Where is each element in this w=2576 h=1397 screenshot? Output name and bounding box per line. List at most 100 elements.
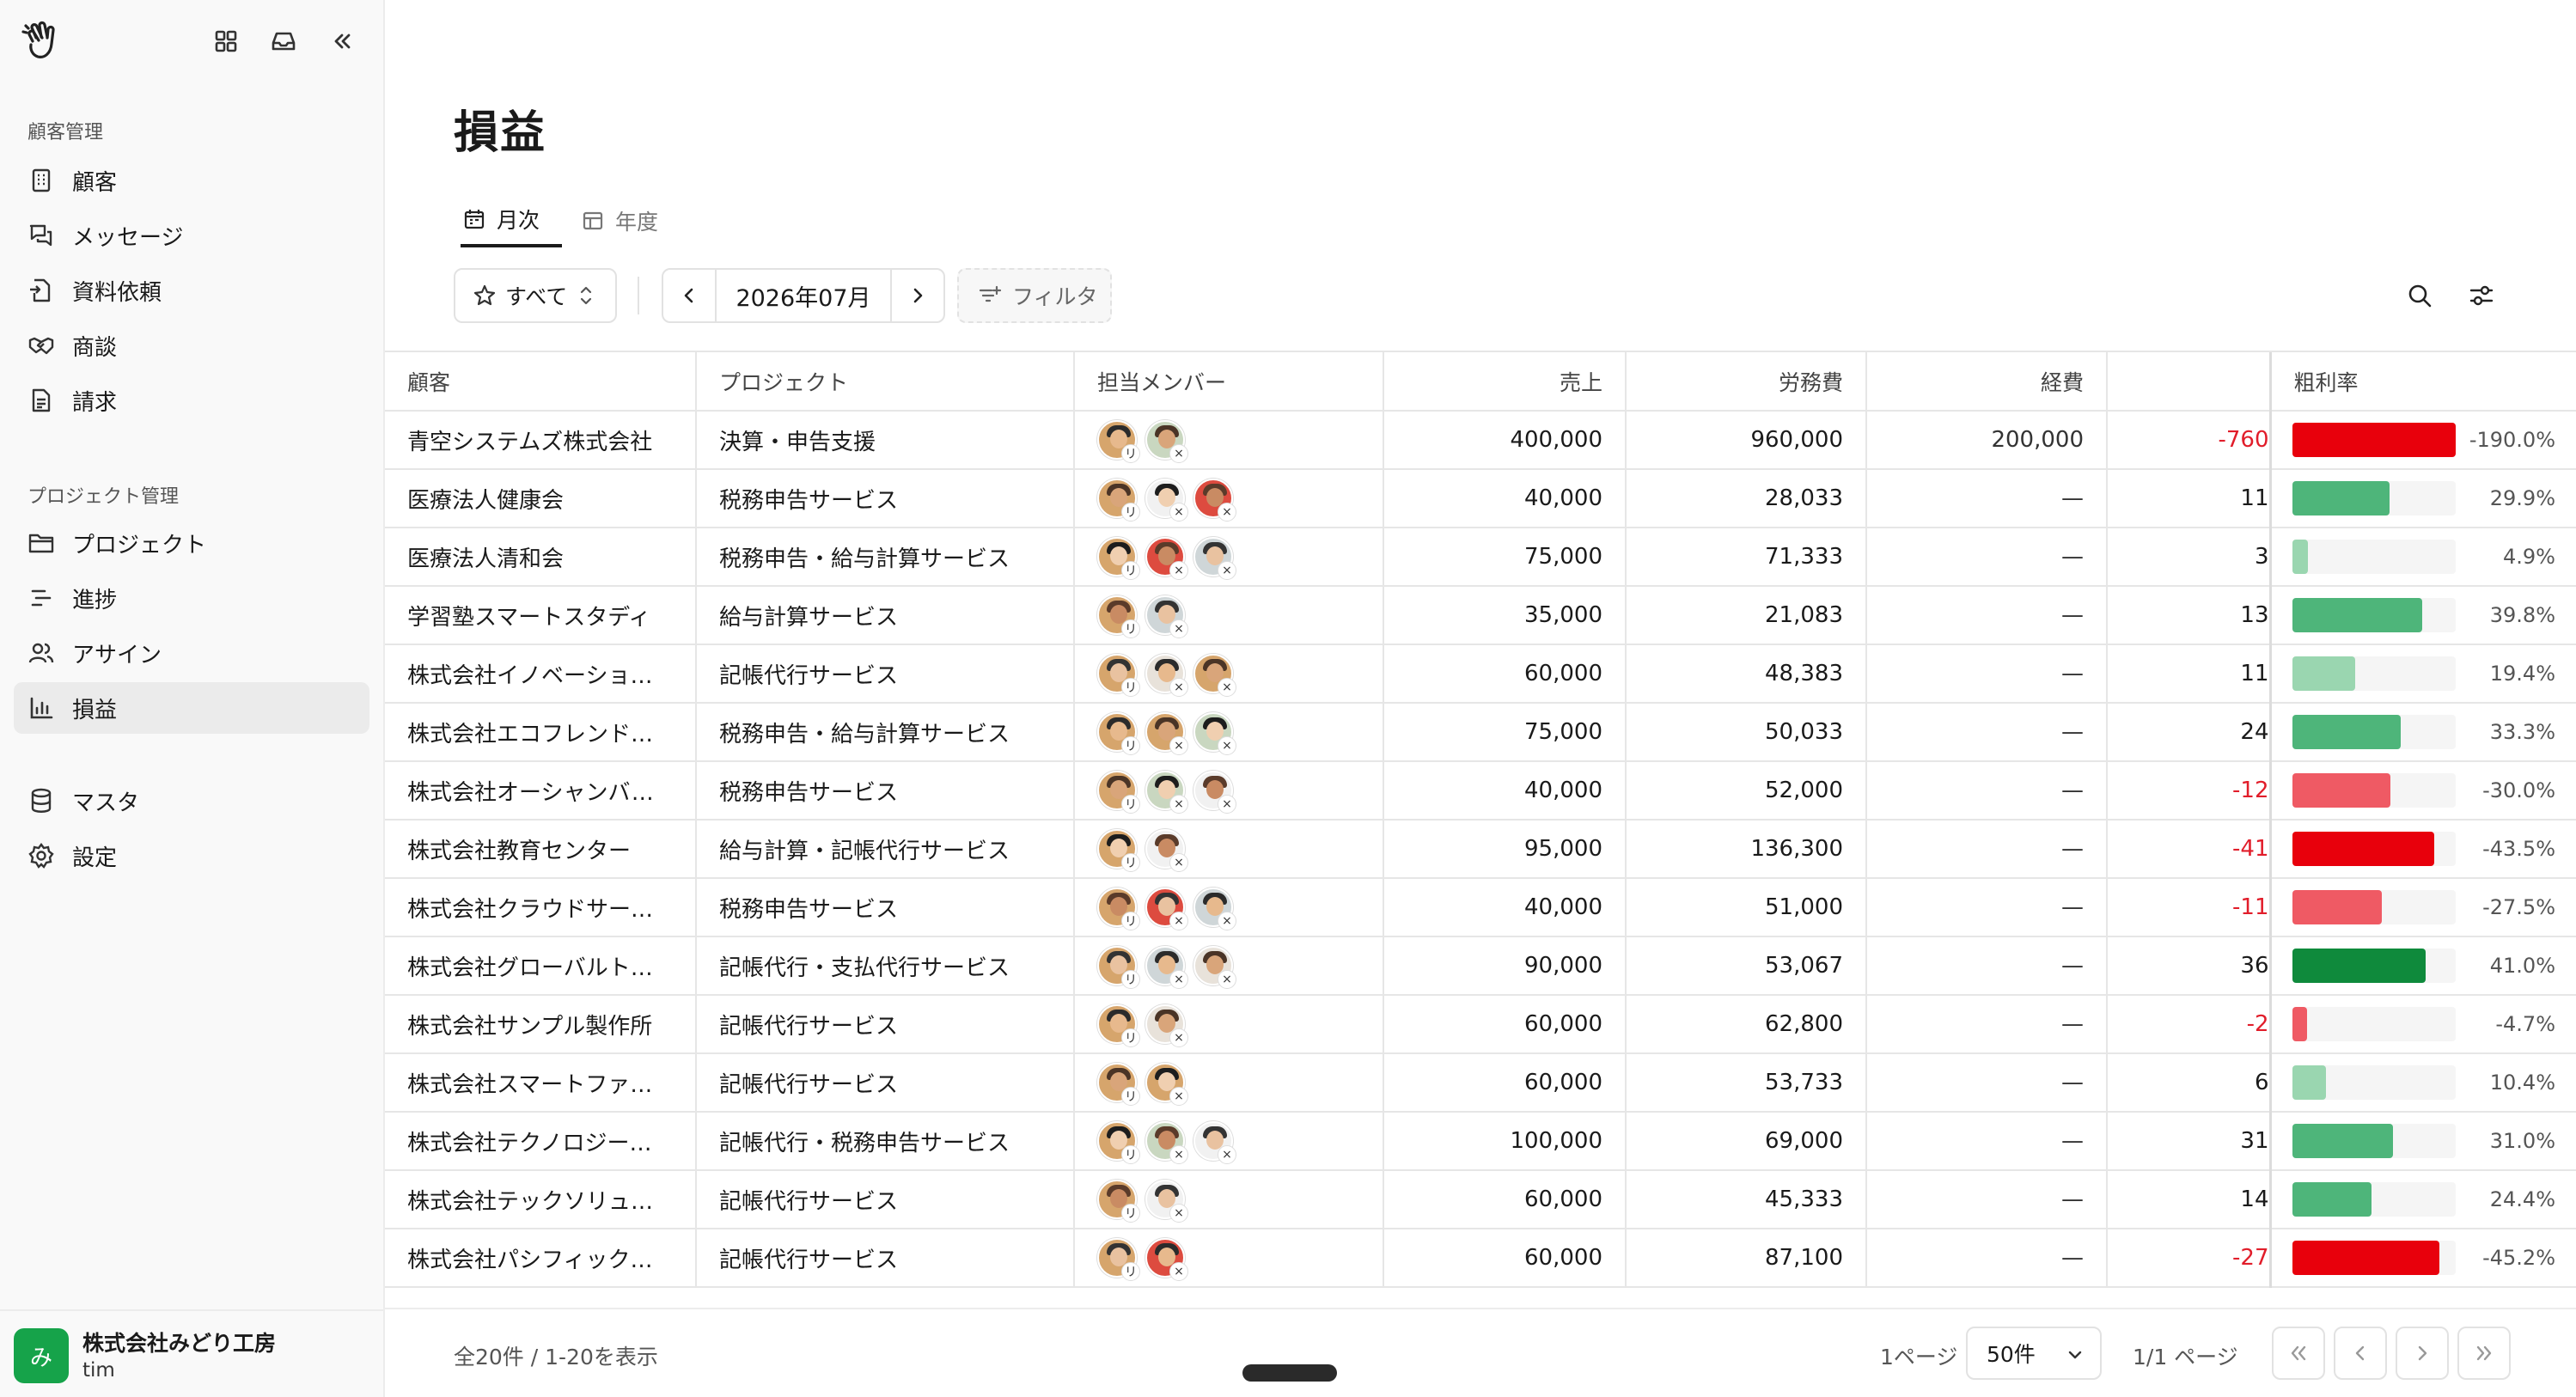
table-row[interactable]: 株式会社教育センター 給与計算・記帳代行サービスリ × 95,000 136,300— -… bbox=[385, 820, 2576, 879]
member-avatar[interactable]: × bbox=[1145, 654, 1188, 697]
page-size-select[interactable]: 50件 bbox=[1966, 1327, 2102, 1380]
app-logo-icon[interactable] bbox=[21, 19, 65, 64]
scope-select[interactable]: すべて bbox=[454, 268, 617, 323]
cell-project[interactable]: 税務申告サービス bbox=[696, 761, 1075, 821]
member-avatar[interactable]: × bbox=[1145, 1004, 1188, 1047]
member-avatar[interactable]: リ bbox=[1097, 771, 1140, 814]
member-avatar[interactable]: × bbox=[1193, 1121, 1236, 1164]
column-header-customer[interactable]: 顧客 bbox=[385, 352, 697, 412]
cell-customer[interactable]: 株式会社スマートファー… bbox=[385, 1053, 697, 1113]
member-avatar[interactable]: リ bbox=[1097, 946, 1140, 989]
tab-monthly[interactable]: 月次 bbox=[461, 194, 562, 247]
table-row[interactable]: 青空システムズ株式会社 決算・申告支援リ × 400,000 960,000 200,00… bbox=[385, 411, 2576, 470]
cell-customer[interactable]: 株式会社教育センター bbox=[385, 820, 697, 879]
sidebar-item-master[interactable]: マスタ bbox=[14, 775, 369, 827]
cell-customer[interactable]: 株式会社パシフィック建… bbox=[385, 1229, 697, 1288]
cell-customer[interactable]: 株式会社イノベーション… bbox=[385, 644, 697, 704]
cell-project[interactable]: 記帳代行サービス bbox=[696, 1229, 1075, 1288]
cell-customer[interactable]: 株式会社テクノロジーコ… bbox=[385, 1112, 697, 1171]
first-page-button[interactable] bbox=[2272, 1327, 2325, 1380]
sidebar-item-customers[interactable]: 顧客 bbox=[14, 155, 369, 206]
member-avatar[interactable]: リ bbox=[1097, 479, 1140, 522]
grid-icon[interactable] bbox=[209, 24, 243, 58]
cell-project[interactable]: 記帳代行・税務申告サービス bbox=[696, 1112, 1075, 1171]
member-avatar[interactable]: × bbox=[1145, 420, 1188, 463]
member-avatar[interactable]: × bbox=[1145, 829, 1188, 872]
collapse-sidebar-icon[interactable] bbox=[325, 24, 359, 58]
previous-month-button[interactable] bbox=[663, 270, 717, 321]
member-avatar[interactable]: × bbox=[1145, 771, 1188, 814]
member-avatar[interactable]: リ bbox=[1097, 829, 1140, 872]
table-row[interactable]: 株式会社パシフィック建… 記帳代行サービスリ × 60,000 87,100— -27 -4… bbox=[385, 1229, 2576, 1288]
next-page-button[interactable] bbox=[2396, 1327, 2449, 1380]
search-icon[interactable] bbox=[2401, 277, 2439, 314]
table-row[interactable]: 学習塾スマートスタディ 給与計算サービスリ × 35,000 21,083—13 39.8… bbox=[385, 586, 2576, 645]
last-page-button[interactable] bbox=[2457, 1327, 2511, 1380]
cell-project[interactable]: 記帳代行サービス bbox=[696, 1170, 1075, 1229]
column-header-expenses[interactable]: 経費 bbox=[1866, 352, 2108, 412]
sidebar-item-document-requests[interactable]: 資料依頼 bbox=[14, 265, 369, 316]
member-avatar[interactable]: リ bbox=[1097, 595, 1140, 638]
organization-switcher[interactable]: み 株式会社みどり工房 tim bbox=[0, 1309, 383, 1397]
column-header-members[interactable]: 担当メンバー bbox=[1074, 352, 1384, 412]
cell-customer[interactable]: 青空システムズ株式会社 bbox=[385, 411, 697, 470]
sidebar-item-profit-loss[interactable]: 損益 bbox=[14, 682, 369, 734]
cell-project[interactable]: 記帳代行サービス bbox=[696, 644, 1075, 704]
column-header-margin[interactable]: 粗利率 bbox=[2268, 352, 2576, 412]
cell-customer[interactable]: 株式会社グローバルトレ… bbox=[385, 936, 697, 996]
cell-project[interactable]: 税務申告サービス bbox=[696, 878, 1075, 937]
cell-customer[interactable]: 学習塾スマートスタディ bbox=[385, 586, 697, 645]
table-row[interactable]: 株式会社オーシャンバン… 税務申告サービスリ × × 40,000 52,000— -12 -… bbox=[385, 761, 2576, 821]
sidebar-item-settings[interactable]: 設定 bbox=[14, 830, 369, 882]
member-avatar[interactable]: リ bbox=[1097, 1121, 1140, 1164]
member-avatar[interactable]: × bbox=[1145, 888, 1188, 930]
cell-project[interactable]: 決算・申告支援 bbox=[696, 411, 1075, 470]
cell-customer[interactable]: 株式会社テックソリュー… bbox=[385, 1170, 697, 1229]
member-avatar[interactable]: × bbox=[1145, 712, 1188, 755]
member-avatar[interactable]: × bbox=[1145, 946, 1188, 989]
cell-project[interactable]: 記帳代行サービス bbox=[696, 1053, 1075, 1113]
previous-page-button[interactable] bbox=[2334, 1327, 2387, 1380]
member-avatar[interactable]: リ bbox=[1097, 1063, 1140, 1106]
member-avatar[interactable]: リ bbox=[1097, 654, 1140, 697]
member-avatar[interactable]: × bbox=[1145, 537, 1188, 580]
member-avatar[interactable]: × bbox=[1193, 888, 1236, 930]
member-avatar[interactable]: × bbox=[1193, 712, 1236, 755]
member-avatar[interactable]: × bbox=[1145, 479, 1188, 522]
member-avatar[interactable]: リ bbox=[1097, 1004, 1140, 1047]
cell-project[interactable]: 記帳代行・支払代行サービス bbox=[696, 936, 1075, 996]
tab-yearly[interactable]: 年度 bbox=[581, 194, 658, 247]
cell-project[interactable]: 税務申告サービス bbox=[696, 469, 1075, 528]
column-header-labor-cost[interactable]: 労務費 bbox=[1626, 352, 1867, 412]
member-avatar[interactable]: リ bbox=[1097, 420, 1140, 463]
cell-project[interactable]: 税務申告・給与計算サービス bbox=[696, 528, 1075, 587]
cell-project[interactable]: 税務申告・給与計算サービス bbox=[696, 703, 1075, 762]
member-avatar[interactable]: × bbox=[1145, 1180, 1188, 1223]
column-header-project[interactable]: プロジェクト bbox=[696, 352, 1075, 412]
next-month-button[interactable] bbox=[890, 270, 943, 321]
table-row[interactable]: 株式会社クラウドサービ… 税務申告サービスリ × × 40,000 51,000— -11 -… bbox=[385, 878, 2576, 937]
member-avatar[interactable]: リ bbox=[1097, 537, 1140, 580]
member-avatar[interactable]: × bbox=[1193, 537, 1236, 580]
member-avatar[interactable]: × bbox=[1193, 654, 1236, 697]
table-row[interactable]: 株式会社スマートファー… 記帳代行サービスリ × 60,000 53,733—6 10.4… bbox=[385, 1053, 2576, 1113]
column-header-sales[interactable]: 売上 bbox=[1383, 352, 1627, 412]
cell-project[interactable]: 給与計算サービス bbox=[696, 586, 1075, 645]
sidebar-item-projects[interactable]: プロジェクト bbox=[14, 517, 369, 569]
cell-project[interactable]: 記帳代行サービス bbox=[696, 995, 1075, 1054]
member-avatar[interactable]: × bbox=[1145, 1121, 1188, 1164]
table-row[interactable]: 株式会社グローバルトレ… 記帳代行・支払代行サービスリ × × 90,000 53,067… bbox=[385, 936, 2576, 996]
sidebar-item-invoices[interactable]: 請求 bbox=[14, 375, 369, 426]
member-avatar[interactable]: × bbox=[1193, 771, 1236, 814]
table-row[interactable]: 株式会社イノベーション… 記帳代行サービスリ × × 60,000 48,383—11 19… bbox=[385, 644, 2576, 704]
view-settings-icon[interactable] bbox=[2463, 277, 2500, 314]
filter-button[interactable]: フィルタ bbox=[957, 268, 1112, 323]
table-row[interactable]: 株式会社エコフレンドリ… 税務申告・給与計算サービスリ × × 75,000 50,033… bbox=[385, 703, 2576, 762]
sidebar-item-progress[interactable]: 進捗 bbox=[14, 572, 369, 624]
table-row[interactable]: 医療法人清和会 税務申告・給与計算サービスリ × × 75,000 71,333—3 4.9… bbox=[385, 528, 2576, 587]
member-avatar[interactable]: リ bbox=[1097, 712, 1140, 755]
cell-customer[interactable]: 株式会社エコフレンドリ… bbox=[385, 703, 697, 762]
sidebar-item-assign[interactable]: アサイン bbox=[14, 627, 369, 679]
member-avatar[interactable]: リ bbox=[1097, 888, 1140, 930]
cell-customer[interactable]: 医療法人清和会 bbox=[385, 528, 697, 587]
